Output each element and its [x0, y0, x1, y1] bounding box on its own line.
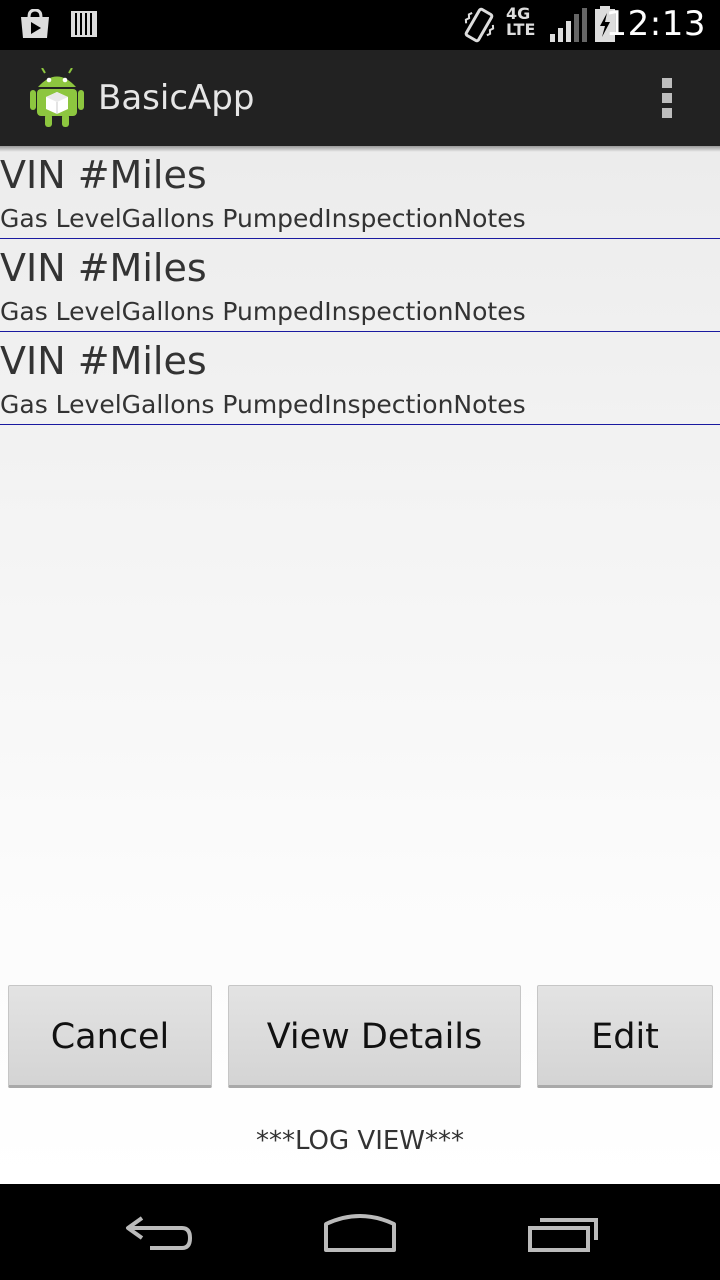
item-title: VIN #Miles	[0, 246, 207, 290]
item-subtitle: Gas LevelGallons PumpedInspectionNotes	[0, 204, 526, 233]
item-subtitle: Gas LevelGallons PumpedInspectionNotes	[0, 390, 526, 419]
overflow-menu-icon[interactable]	[662, 78, 674, 120]
main-content: VIN #Miles Gas LevelGallons PumpedInspec…	[0, 146, 720, 1184]
cancel-button[interactable]: Cancel	[8, 985, 212, 1088]
barcode-icon	[71, 11, 97, 37]
vehicle-log-list: VIN #Miles Gas LevelGallons PumpedInspec…	[0, 146, 720, 425]
view-details-button[interactable]: View Details	[228, 985, 521, 1088]
list-item[interactable]: VIN #Miles Gas LevelGallons PumpedInspec…	[0, 146, 720, 239]
status-time: 12:13	[605, 4, 706, 44]
edit-button[interactable]: Edit	[537, 985, 713, 1088]
item-title: VIN #Miles	[0, 339, 207, 383]
list-item[interactable]: VIN #Miles Gas LevelGallons PumpedInspec…	[0, 332, 720, 425]
app-title: BasicApp	[98, 78, 255, 118]
item-title: VIN #Miles	[0, 153, 207, 197]
home-icon[interactable]	[320, 1210, 400, 1254]
signal-icon	[550, 8, 587, 42]
item-subtitle: Gas LevelGallons PumpedInspectionNotes	[0, 297, 526, 326]
android-icon[interactable]	[30, 68, 84, 128]
network-type: 4G LTE	[506, 4, 536, 39]
vibrate-icon	[464, 7, 495, 43]
list-item[interactable]: VIN #Miles Gas LevelGallons PumpedInspec…	[0, 239, 720, 332]
status-bar: 4G LTE 12:13	[0, 0, 720, 50]
log-view-label: ***LOG VIEW***	[255, 1126, 465, 1156]
recents-icon[interactable]	[526, 1214, 600, 1254]
navigation-bar	[0, 1184, 720, 1280]
play-store-icon	[21, 9, 49, 38]
back-icon[interactable]	[122, 1214, 194, 1254]
action-bar: BasicApp	[0, 50, 720, 146]
